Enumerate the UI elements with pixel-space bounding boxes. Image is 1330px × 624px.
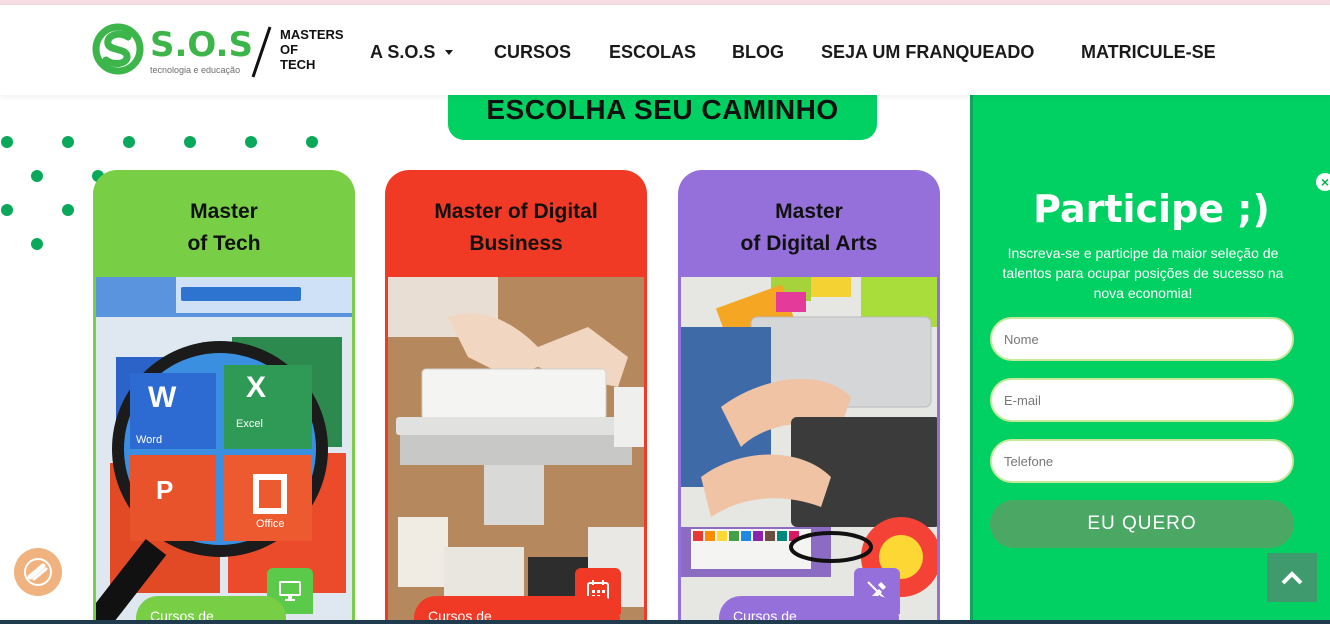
decor-dot [1,136,13,148]
masters-line-3: TECH [280,57,316,72]
chevron-up-icon [1281,570,1303,584]
nav-label: A S.O.S [370,41,436,62]
logo-divider [251,26,272,78]
logo-tagline: tecnologia e educação [150,65,241,75]
decor-dot [1,204,13,216]
decor-dot [306,136,318,148]
nav-item-seja-um-franqueado[interactable]: SEJA UM FRANQUEADO [821,41,1034,63]
sos-logo[interactable]: S.O.S tecnologia e educação [92,23,253,81]
decor-dot [62,204,74,216]
svg-text:X: X [246,371,266,404]
course-card-master-of-tech[interactable]: Master of Tech W X P Word Excel Office C… [93,170,355,624]
svg-text:W: W [148,381,177,414]
card-title: Master of Digital Business [385,196,647,260]
signup-description: Inscreva-se e participe da maior seleção… [1002,245,1284,301]
nav-label: MATRICULE-SE [1081,41,1216,62]
card-title-line-2: of Digital Arts [740,232,878,255]
course-card-master-of-digital-arts[interactable]: Master of Digital Arts Cursos de [678,170,940,624]
nav-item-a-sos[interactable]: A S.O.S [370,41,454,63]
masters-line-2: OF [280,42,299,57]
masters-of-tech-logo: MASTERS OF TECH [280,27,344,72]
decor-dot [123,136,135,148]
signup-panel: Participe ;) Inscreva-se e participe da … [970,95,1330,624]
sos-logo-icon [92,23,144,75]
masters-line-1: MASTERS [280,27,344,42]
nav-label: SEJA UM FRANQUEADO [821,41,1035,62]
svg-text:Word: Word [136,434,162,446]
card-title: Master of Tech [93,196,355,260]
back-to-top-button[interactable] [1267,553,1317,602]
phone-field[interactable] [990,439,1294,483]
signup-title: Participe ;) [1033,187,1270,231]
bottom-edge [0,620,1330,624]
decor-dot [31,170,43,182]
office-apps-illustration: W X P Word Excel Office [96,277,352,624]
svg-text:Office: Office [256,518,285,530]
nav-label: BLOG [732,41,784,62]
decor-dot [62,136,74,148]
nav-label: ESCOLAS [609,41,697,62]
close-icon[interactable]: × [1316,173,1330,191]
card-title-line-1: Master [190,200,258,223]
chevron-down-icon [445,49,454,55]
nav-item-cursos[interactable]: CURSOS [494,41,571,63]
card-title: Master of Digital Arts [678,196,940,260]
card-title-line-2: Business [469,232,563,255]
card-title-line-1: Master of Digital [434,200,598,223]
submit-button[interactable]: EU QUERO [990,500,1294,548]
nav-item-blog[interactable]: BLOG [732,41,784,63]
decor-dot [31,238,43,250]
nav-item-matricule-se[interactable]: MATRICULE-SE [1081,41,1216,63]
accessibility-icon [24,558,52,586]
course-card-master-of-digital-business[interactable]: Master of Digital Business Cursos de [385,170,647,624]
name-field[interactable] [990,317,1294,361]
card-title-line-2: of Tech [187,232,261,255]
svg-text:Excel: Excel [236,418,263,430]
site-header: S.O.S tecnologia e educação MASTERS OF T… [0,5,1330,95]
svg-text:P: P [156,475,173,505]
email-field[interactable] [990,378,1294,422]
card-title-line-1: Master [775,200,843,223]
nav-label: CURSOS [494,41,572,62]
logo-wordmark: S.O.S [150,25,253,65]
decor-dot [184,136,196,148]
accessibility-button[interactable] [14,548,62,596]
nav-item-escolas[interactable]: ESCOLAS [609,41,696,63]
decor-dot [245,136,257,148]
card-photo-office-apps: W X P Word Excel Office [96,277,352,624]
